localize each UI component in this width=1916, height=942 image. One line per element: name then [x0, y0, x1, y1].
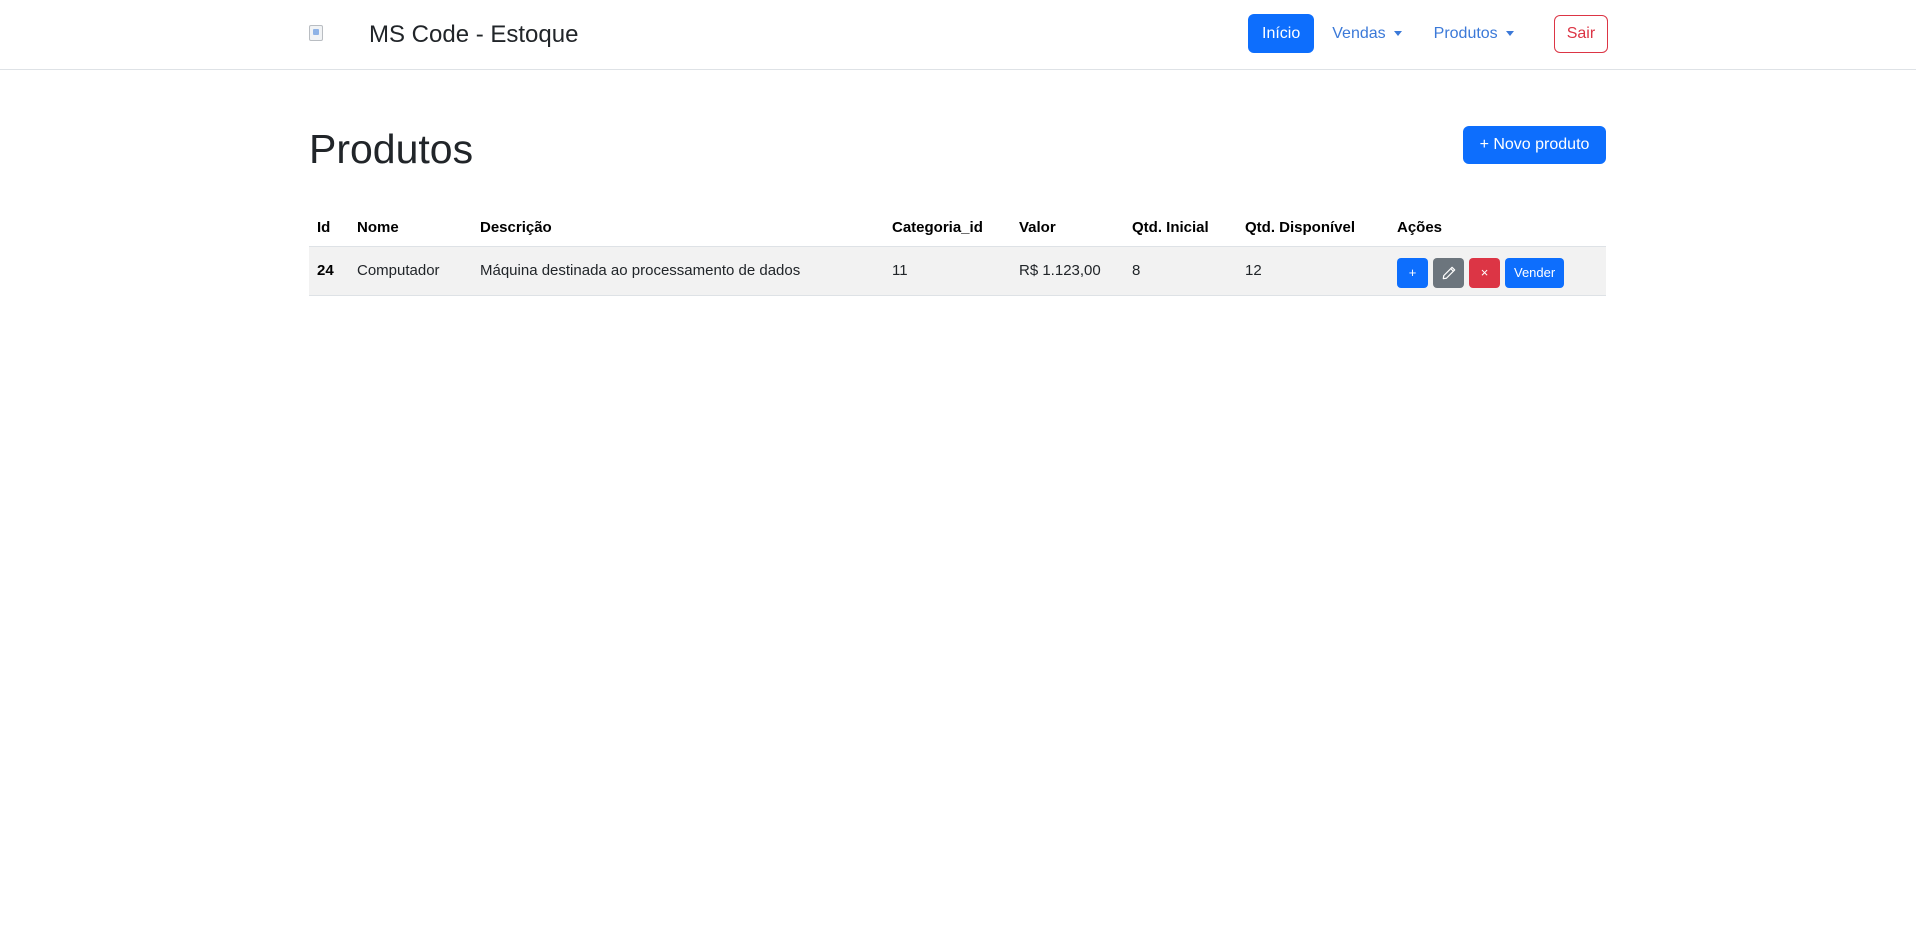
cell-actions: + × Vender — [1389, 246, 1606, 296]
brand[interactable]: MS Code - Estoque — [309, 0, 578, 70]
pencil-icon — [1442, 266, 1455, 279]
column-header-id: Id — [309, 210, 349, 247]
brand-title: MS Code - Estoque — [369, 21, 579, 48]
cell-initial-qty: 8 — [1124, 246, 1237, 296]
add-stock-button[interactable]: + — [1397, 257, 1428, 288]
page-title: Produtos — [309, 126, 474, 172]
column-header-description: Descrição — [472, 210, 884, 247]
logout-button[interactable]: Sair — [1553, 14, 1609, 53]
edit-button[interactable] — [1433, 257, 1464, 288]
delete-button[interactable]: × — [1469, 257, 1500, 288]
column-header-initial-qty: Qtd. Inicial — [1124, 210, 1237, 247]
column-header-actions: Ações — [1389, 210, 1606, 247]
products-dropdown[interactable]: Produtos — [1432, 14, 1516, 53]
home-button[interactable]: Início — [1248, 14, 1315, 53]
column-header-value: Valor — [1011, 210, 1124, 247]
top-navbar: MS Code - Estoque Início Vendas Produtos… — [0, 0, 1916, 70]
cell-id: 24 — [309, 246, 349, 296]
row-actions: + × Vender — [1397, 254, 1598, 288]
products-table: Id Nome Descrição Categoria_id Valor Qtd… — [309, 210, 1606, 296]
column-header-category-id: Categoria_id — [884, 210, 1011, 247]
sell-button[interactable]: Vender — [1505, 257, 1565, 288]
new-product-button[interactable]: + Novo produto — [1463, 126, 1606, 164]
column-header-available-qty: Qtd. Disponível — [1237, 210, 1389, 247]
cell-category-id: 11 — [884, 246, 1011, 296]
cell-name: Computador — [349, 246, 472, 296]
caret-down-icon — [1393, 31, 1402, 36]
main-nav: Início Vendas Produtos Sair — [1248, 14, 1609, 53]
cell-available-qty: 12 — [1237, 246, 1389, 296]
table-row: 24 Computador Máquina destinada ao proce… — [309, 246, 1606, 296]
products-dropdown-label: Produtos — [1433, 24, 1498, 42]
caret-down-icon — [1505, 31, 1514, 36]
broken-image-icon — [309, 25, 323, 41]
column-header-name: Nome — [349, 210, 472, 247]
sales-dropdown[interactable]: Vendas — [1330, 14, 1403, 53]
sales-dropdown-label: Vendas — [1332, 24, 1386, 42]
cell-description: Máquina destinada ao processamento de da… — [472, 246, 884, 296]
cell-value: R$ 1.123,00 — [1011, 246, 1124, 296]
table-header-row: Id Nome Descrição Categoria_id Valor Qtd… — [309, 210, 1606, 247]
